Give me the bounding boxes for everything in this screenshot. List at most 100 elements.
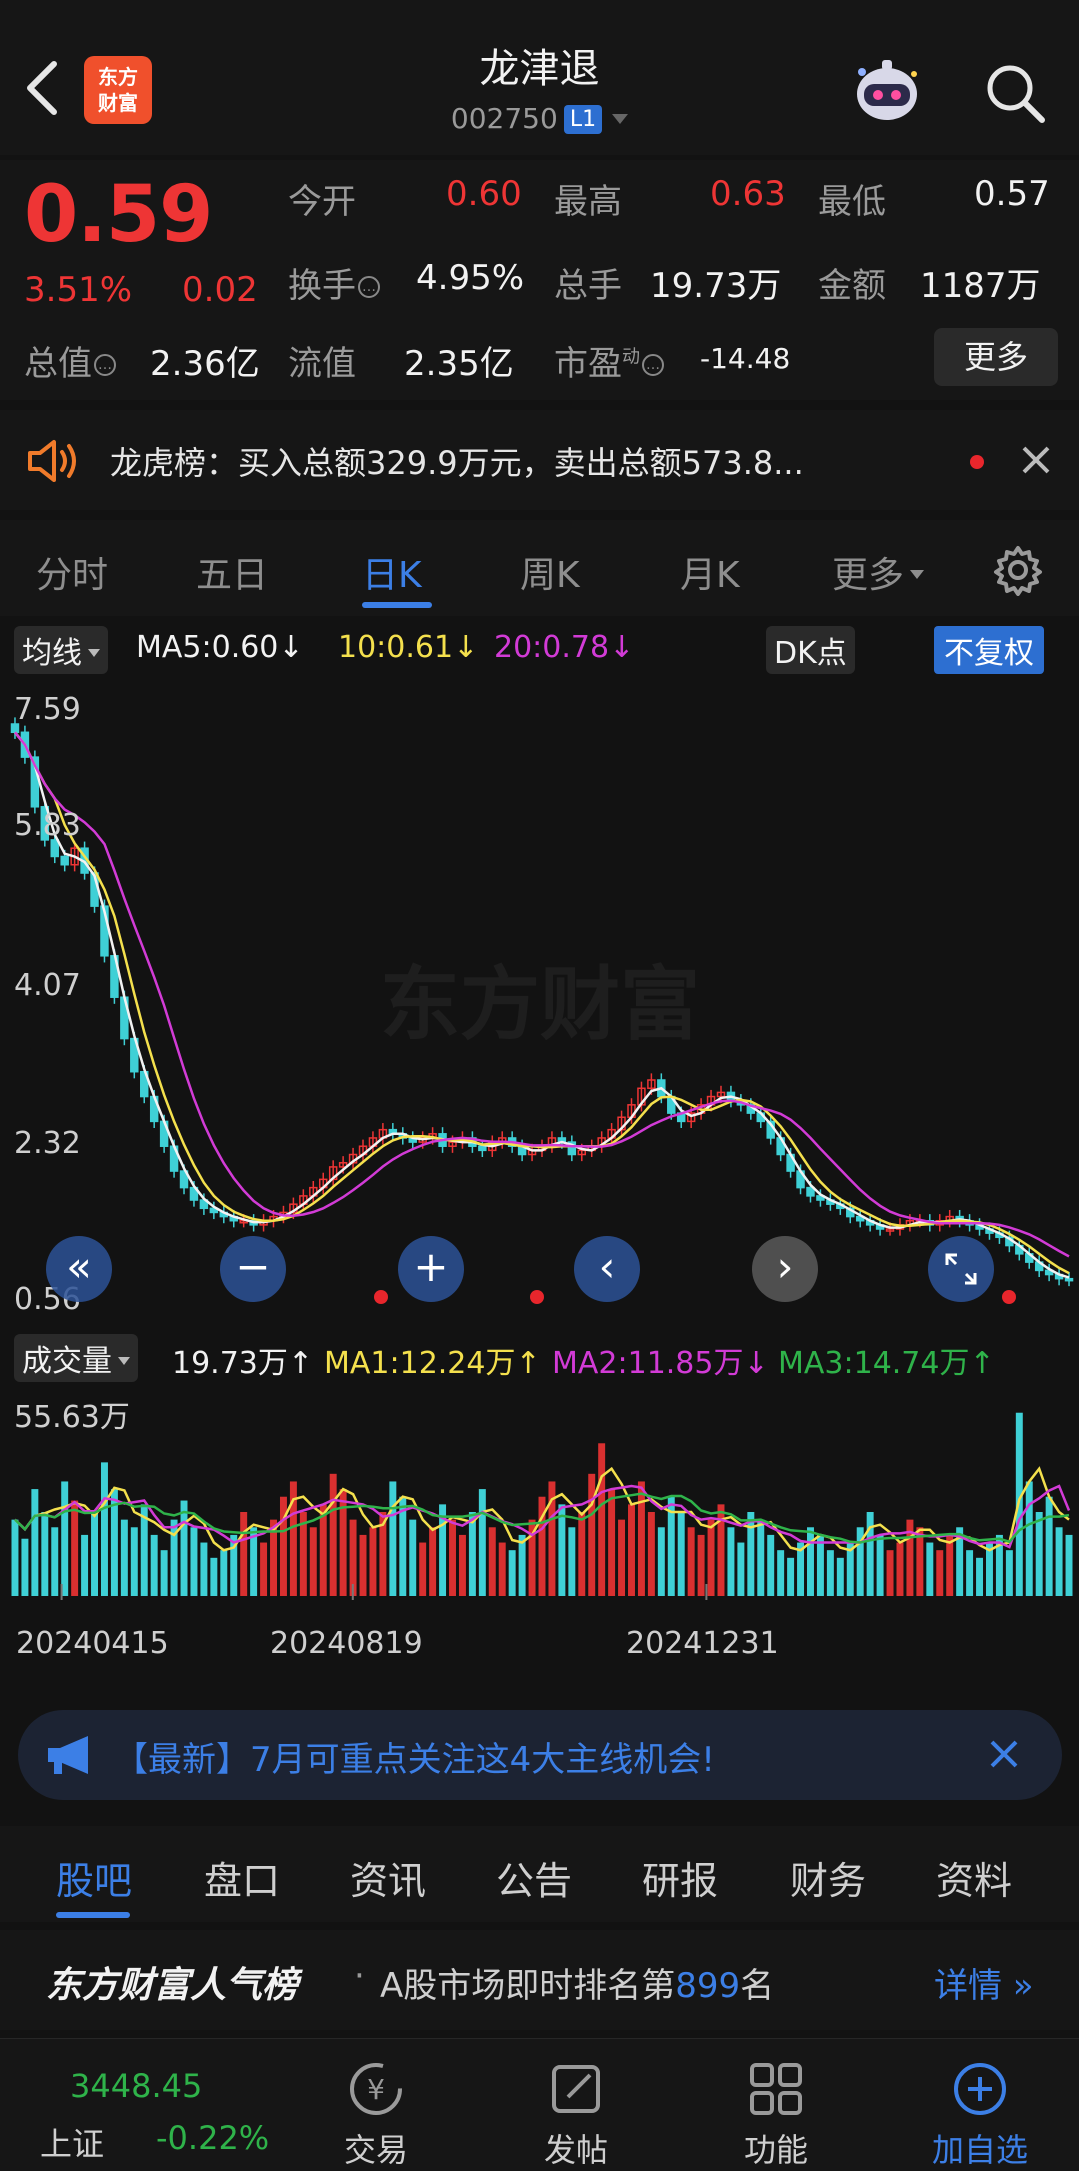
gear-icon[interactable] (992, 544, 1044, 596)
event-marker[interactable] (374, 1290, 388, 1304)
nav-trade[interactable]: 交易 (316, 2125, 436, 2171)
index-name[interactable]: 上证 (40, 2119, 104, 2165)
volume-bar (180, 1500, 188, 1596)
rewind-button[interactable]: « (46, 1236, 112, 1302)
nav-functions[interactable]: 功能 (716, 2125, 836, 2171)
robot-assistant-icon[interactable] (846, 54, 928, 126)
tab-research[interactable]: 研报 (642, 1850, 718, 1905)
megaphone-icon (48, 1736, 88, 1774)
float-value: 2.35亿 (404, 344, 514, 384)
tab-more[interactable]: 更多 (832, 546, 925, 598)
volume-bar (608, 1489, 616, 1596)
amount-value: 1187万 (920, 266, 1041, 306)
vol-ma1-up-arrow: ↑ (515, 1346, 541, 1381)
tab-monthly-k[interactable]: 月K (680, 546, 740, 598)
apps-icon[interactable] (746, 2059, 806, 2119)
index-change[interactable]: -0.22% (156, 2119, 269, 2157)
zoom-out-button[interactable]: − (220, 1236, 286, 1302)
volume-bar (647, 1512, 655, 1596)
tab-profile[interactable]: 资料 (936, 1850, 1012, 1905)
price-tick-4: 2.32 (14, 1126, 81, 1161)
zoom-in-button[interactable]: + (398, 1236, 464, 1302)
tab-financials[interactable]: 财务 (790, 1850, 866, 1905)
popularity-ranking[interactable]: 东方财富人气榜 · A股市场即时排名第899名 详情 » (0, 1930, 1079, 2030)
post-icon[interactable] (546, 2059, 606, 2119)
tab-orderbook[interactable]: 盘口 (204, 1850, 280, 1905)
price-tick-2: 5.83 (14, 808, 81, 843)
price-chart[interactable]: 东方财富 (0, 672, 1079, 1328)
volume-bar (260, 1542, 268, 1596)
tab-weekly-k[interactable]: 周K (520, 546, 580, 598)
volume-value: 19.73万 (650, 266, 782, 306)
candle (60, 855, 69, 866)
ma-selector[interactable]: 均线 (14, 626, 108, 674)
volume-bar (588, 1473, 596, 1596)
nav-post[interactable]: 发帖 (516, 2125, 636, 2171)
add-watchlist-icon[interactable] (950, 2059, 1010, 2119)
volume-bar (876, 1534, 884, 1596)
tab-intraday[interactable]: 分时 (36, 546, 108, 598)
tab-five-day[interactable]: 五日 (196, 546, 268, 598)
scroll-right-button[interactable]: › (752, 1236, 818, 1302)
volume-bar (279, 1496, 287, 1596)
vol-ma3-text: MA3:14.74万 (778, 1346, 970, 1381)
close-icon[interactable] (1016, 440, 1056, 480)
volume-bar (309, 1527, 317, 1596)
tab-announcements[interactable]: 公告 (496, 1850, 572, 1905)
volume-bar (677, 1512, 685, 1596)
volume-bar (558, 1504, 566, 1596)
amount-label: 金额 (818, 266, 886, 306)
search-icon[interactable] (980, 58, 1050, 128)
stock-header: 东方 财富 龙津退 002750 L1 (0, 0, 1079, 155)
scroll-left-button[interactable]: ‹ (574, 1236, 640, 1302)
volume-value-text: 19.73万 (172, 1346, 288, 1381)
info-icon[interactable]: … (642, 354, 664, 376)
index-value[interactable]: 3448.45 (70, 2067, 202, 2105)
event-marker[interactable] (1002, 1290, 1016, 1304)
ma5-value: MA5:0.60↓ (136, 630, 304, 665)
fullscreen-button[interactable] (928, 1236, 994, 1302)
volume-up-arrow: ↑ (287, 1346, 314, 1381)
volume-chart[interactable] (0, 1384, 1079, 1600)
dk-points-toggle[interactable]: DK点 (766, 626, 855, 674)
volume-bar (61, 1481, 69, 1596)
volume-selector[interactable]: 成交量 (14, 1334, 138, 1382)
active-tab-indicator (362, 602, 432, 608)
volume-bar (130, 1527, 138, 1596)
close-icon[interactable] (984, 1734, 1024, 1774)
ma10-down-arrow: ↓ (453, 630, 479, 665)
ranking-details-link[interactable]: 详情 » (934, 1958, 1034, 2007)
info-icon[interactable]: … (358, 276, 380, 298)
unread-dot (970, 455, 984, 469)
mcap-label: 总值… (24, 336, 116, 385)
volume-bar (160, 1550, 168, 1596)
ma10-value: 10:0.61↓ (338, 630, 478, 665)
trade-icon[interactable]: ¥ (346, 2059, 406, 2119)
volume-bar (11, 1519, 19, 1596)
open-label: 今开 (288, 182, 356, 222)
tab-forum[interactable]: 股吧 (56, 1850, 132, 1905)
dragon-tiger-notice[interactable]: 龙虎榜：买入总额329.9万元，卖出总额573.8... (0, 410, 1079, 510)
tab-news[interactable]: 资讯 (350, 1850, 426, 1905)
adjust-toggle[interactable]: 不复权 (934, 626, 1044, 674)
date-label: 20240819 (270, 1626, 423, 1661)
volume-bar (578, 1512, 586, 1596)
more-quote-button[interactable]: 更多 (934, 328, 1058, 386)
nav-add-watchlist[interactable]: 加自选 (920, 2125, 1040, 2171)
volume-bar (747, 1512, 755, 1596)
ranking-prefix: A股市场即时排名第 (380, 1966, 676, 2006)
watermark: 东方财富 (380, 958, 700, 1051)
news-banner[interactable]: 【最新】7月可重点关注这4大主线机会! (18, 1710, 1062, 1800)
info-icon[interactable]: … (94, 354, 116, 376)
pe-label-text: 市盈 (554, 344, 622, 384)
event-marker[interactable] (530, 1290, 544, 1304)
ranking-brand: 东方财富人气榜 (46, 1965, 299, 2006)
volume-bar (807, 1527, 814, 1596)
volume-bar (826, 1550, 834, 1596)
vol-ma1-text: MA1:12.24万 (324, 1346, 516, 1381)
tab-daily-k[interactable]: 日K (362, 546, 422, 598)
info-tabs: 股吧 盘口 资讯 公告 研报 财务 资料 (0, 1826, 1079, 1922)
volume-bar (91, 1512, 99, 1596)
volume-bar (1055, 1527, 1063, 1596)
volume-bar (81, 1534, 89, 1596)
